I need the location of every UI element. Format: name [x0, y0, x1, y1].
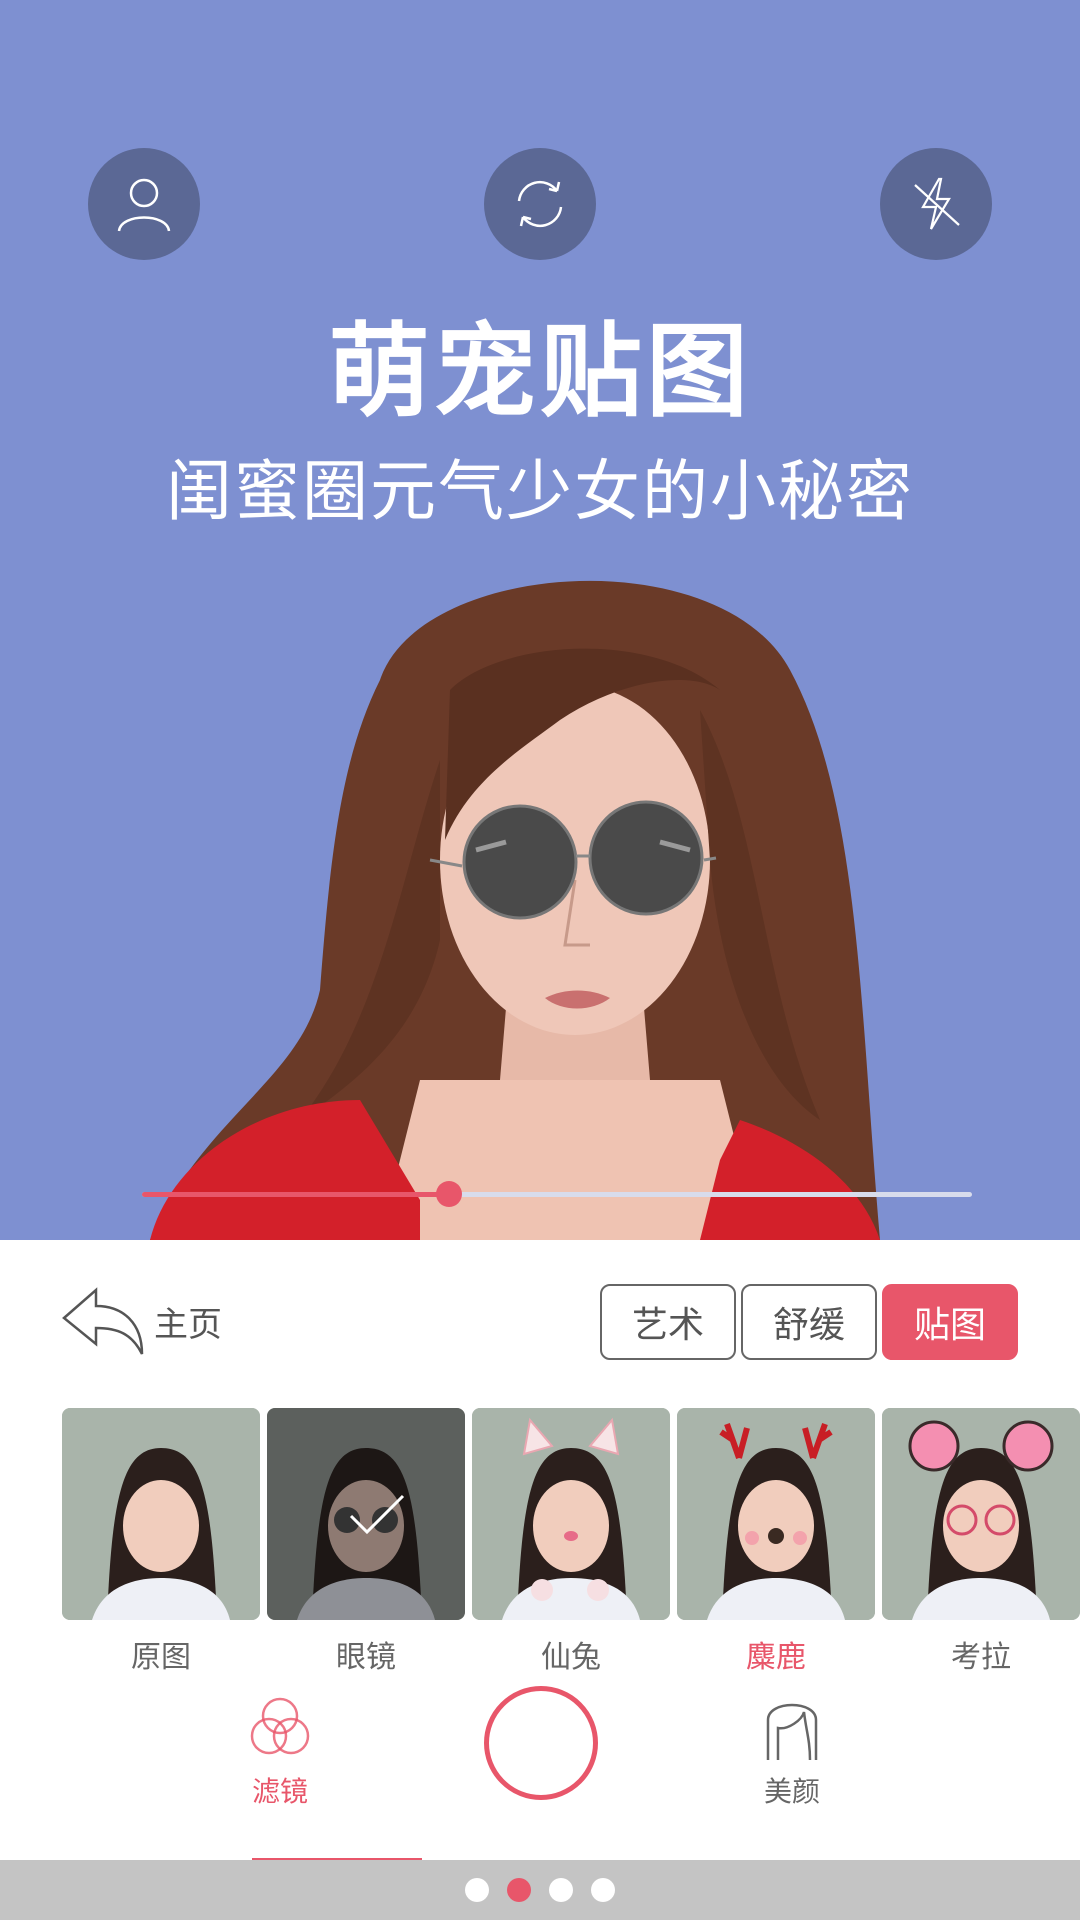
beauty-face-icon: [766, 1703, 818, 1761]
page-dot[interactable]: [591, 1878, 615, 1902]
sticker-list: 原图 眼镜 仙兔 麋鹿 考拉: [62, 1408, 1080, 1688]
intensity-slider[interactable]: [142, 1181, 972, 1207]
sticker-label: 考拉: [951, 1640, 1011, 1675]
control-panel: 主页 艺术 舒缓 贴图 原图 眼镜 仙兔 麋鹿 考拉 滤镜 美颜: [0, 1240, 1080, 1861]
sticker-bunny[interactable]: 仙兔: [472, 1408, 670, 1676]
profile-button[interactable]: [88, 148, 200, 260]
tab-art[interactable]: 艺术: [600, 1284, 736, 1360]
bottom-nav: 滤镜 美颜: [0, 1686, 1080, 1860]
sticker-reindeer[interactable]: 麋鹿: [677, 1408, 875, 1676]
camera-preview: 萌宠贴图 闺蜜圈元气少女的小秘密: [0, 0, 1080, 1240]
filter-button[interactable]: 滤镜: [210, 1690, 350, 1810]
sticker-thumbnail: [677, 1408, 875, 1620]
back-arrow-icon: [62, 1287, 144, 1355]
home-button[interactable]: 主页: [60, 1284, 222, 1358]
promo-subtitle: 闺蜜圈元气少女的小秘密: [166, 453, 914, 530]
switch-camera-icon: [517, 180, 563, 228]
model-photo: [150, 580, 880, 1240]
page-indicator: [0, 1860, 1080, 1920]
profile-icon: [117, 178, 171, 232]
sticker-label: 麋鹿: [746, 1640, 806, 1675]
tab-soothing[interactable]: 舒缓: [741, 1284, 877, 1360]
slider-fill: [142, 1192, 450, 1197]
filter-label: 滤镜: [251, 1775, 308, 1808]
flash-off-icon: [914, 177, 960, 230]
sticker-label: 原图: [131, 1640, 191, 1675]
sticker-label: 仙兔: [541, 1640, 601, 1675]
shutter-button[interactable]: [484, 1686, 598, 1800]
tab-stickers[interactable]: 贴图: [882, 1284, 1018, 1360]
filter-icon: [250, 1697, 310, 1755]
beauty-button[interactable]: 美颜: [722, 1690, 862, 1810]
sticker-thumbnail: [882, 1408, 1080, 1620]
page-dot[interactable]: [549, 1878, 573, 1902]
switch-camera-button[interactable]: [484, 148, 596, 260]
sticker-thumbnail: [267, 1408, 465, 1620]
beauty-label: 美颜: [763, 1775, 820, 1808]
sticker-thumbnail: [472, 1408, 670, 1620]
flash-button[interactable]: [880, 148, 992, 260]
sticker-original[interactable]: 原图: [62, 1408, 260, 1676]
sticker-koala[interactable]: 考拉: [882, 1408, 1080, 1676]
sticker-label: 眼镜: [336, 1640, 396, 1675]
sticker-glasses[interactable]: 眼镜: [267, 1408, 465, 1676]
home-label: 主页: [154, 1304, 222, 1345]
promo-title: 萌宠贴图: [328, 313, 752, 432]
slider-thumb[interactable]: [436, 1181, 463, 1207]
page-dot[interactable]: [507, 1878, 531, 1902]
sticker-thumbnail: [62, 1408, 260, 1620]
page-dot[interactable]: [465, 1878, 489, 1902]
